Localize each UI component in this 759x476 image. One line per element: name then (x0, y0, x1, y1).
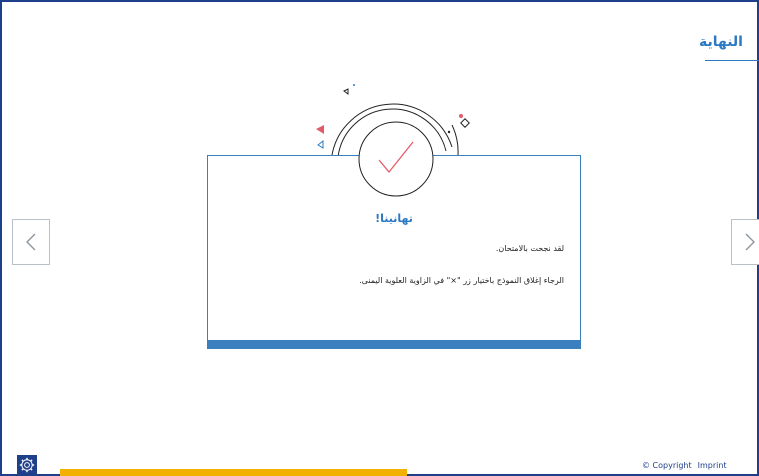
app-frame: النهاية تهانينا! لقد نجحت بالامتحان. الر… (0, 0, 759, 476)
result-message: لقد نجحت بالامتحان. (495, 244, 564, 253)
page-title: النهاية (698, 34, 743, 50)
confetti-triangle (317, 139, 324, 149)
gear-icon (19, 457, 35, 473)
next-button[interactable] (731, 219, 759, 265)
settings-button[interactable] (17, 455, 37, 475)
progress-fill (60, 469, 407, 476)
chevron-right-icon (745, 233, 755, 251)
confetti-triangle (343, 88, 349, 95)
previous-button[interactable] (12, 219, 50, 265)
confetti-triangle (316, 125, 324, 134)
copyright-link[interactable]: © Copyright (642, 461, 692, 470)
result-heading: تهانينا! (375, 212, 413, 225)
confetti-dot (459, 114, 463, 118)
card-bottom-bar (208, 340, 580, 348)
chevron-left-icon (26, 233, 36, 251)
title-underline (705, 60, 759, 61)
confetti-diamond (460, 118, 470, 128)
progress-bar (60, 469, 407, 476)
confetti-dot (447, 130, 451, 134)
confetti-dot (353, 84, 355, 86)
checkmark-icon (358, 121, 434, 197)
close-instruction: الرجاء إغلاق النموذج باختيار زر "×" في ا… (359, 276, 564, 285)
footer-links: © Copyright Imprint (642, 461, 727, 470)
imprint-link[interactable]: Imprint (698, 461, 727, 470)
